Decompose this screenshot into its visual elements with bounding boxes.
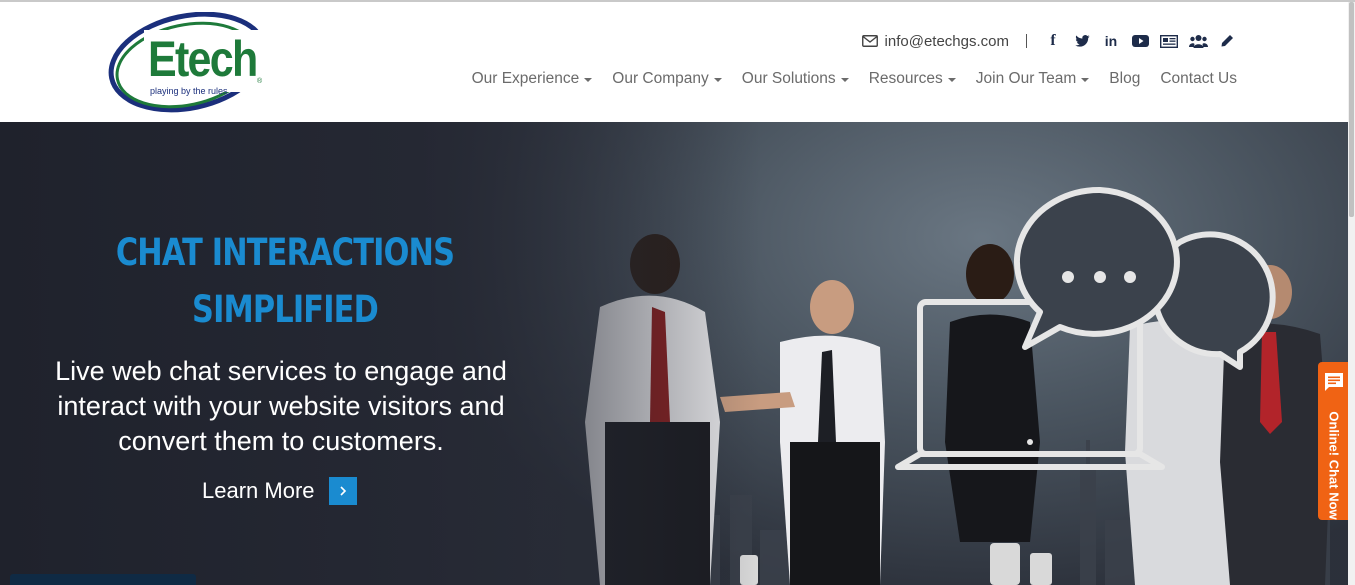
newsletter-icon[interactable] (1159, 32, 1179, 50)
hero-subtext: Live web chat services to engage and int… (55, 356, 507, 456)
site-header: Etech ® playing by the rules info@etechg… (0, 2, 1355, 122)
community-icon[interactable] (1188, 32, 1208, 50)
main-nav: Our Experience Our Company Our Solutions Re… (472, 70, 1237, 88)
etech-logo[interactable]: Etech ® playing by the rules (108, 12, 273, 114)
email-link[interactable]: info@etechgs.com (861, 32, 1009, 50)
learn-more-link[interactable]: Learn More (202, 477, 357, 505)
divider (1026, 34, 1027, 48)
nav-item-label: Blog (1109, 70, 1141, 87)
nav-item-join-our-team[interactable]: Join Our Team (976, 70, 1090, 88)
chat-now-widget[interactable]: Online! Chat Now (1318, 362, 1350, 520)
nav-item-label: Resources (868, 70, 943, 87)
chat-now-label-wrap: Online! Chat Now (1320, 402, 1348, 519)
nav-item-our-company[interactable]: Our Company (612, 70, 722, 88)
scrollbar-thumb[interactable] (1349, 2, 1354, 217)
registered-mark: ® (257, 78, 263, 85)
email-text: info@etechgs.com (884, 32, 1009, 50)
chat-now-label: Online! Chat Now (1326, 411, 1342, 520)
social-links: f in (1043, 32, 1237, 50)
hero-headline: CHAT INTERACTIONS SIMPLIFIED (109, 224, 462, 338)
caret-down-icon (584, 78, 593, 82)
nav-item-label: Our Solutions (741, 70, 836, 87)
youtube-icon[interactable] (1130, 32, 1150, 50)
headline-line-1: CHAT INTERACTIONS (115, 231, 455, 274)
twitter-icon[interactable] (1072, 32, 1092, 50)
caret-down-icon (1081, 78, 1090, 82)
chevron-right-icon[interactable] (328, 477, 357, 505)
hero-banner: CHAT INTERACTIONS SIMPLIFIED Live web ch… (0, 122, 1348, 585)
facebook-icon[interactable]: f (1043, 32, 1063, 50)
caret-down-icon (713, 78, 722, 82)
nav-item-resources[interactable]: Resources (869, 70, 956, 88)
nav-item-our-solutions[interactable]: Our Solutions (742, 70, 849, 88)
nav-item-label: Our Experience (471, 70, 580, 87)
caret-down-icon (840, 78, 849, 82)
page-scrollbar[interactable] (1348, 2, 1355, 585)
headline-line-2: SIMPLIFIED (192, 288, 379, 331)
linkedin-icon[interactable]: in (1101, 32, 1121, 50)
nav-item-label: Contact Us (1160, 70, 1237, 87)
logo-tagline: playing by the rules (150, 86, 228, 96)
envelope-icon (861, 35, 878, 47)
learn-more-label: Learn More (202, 478, 315, 503)
nav-item-label: Join Our Team (975, 70, 1077, 87)
logo-wordmark: Etech (148, 31, 258, 87)
nav-item-our-experience[interactable]: Our Experience (472, 70, 593, 88)
contact-row: info@etechgs.com f in (861, 31, 1237, 51)
chat-bubble-icon (1325, 373, 1343, 391)
bottom-tab[interactable] (10, 574, 196, 585)
nav-item-contact-us[interactable]: Contact Us (1160, 70, 1237, 88)
nav-item-blog[interactable]: Blog (1109, 70, 1140, 88)
caret-down-icon (947, 78, 956, 82)
blog-pencil-icon[interactable] (1217, 32, 1237, 50)
nav-item-label: Our Company (612, 70, 709, 87)
